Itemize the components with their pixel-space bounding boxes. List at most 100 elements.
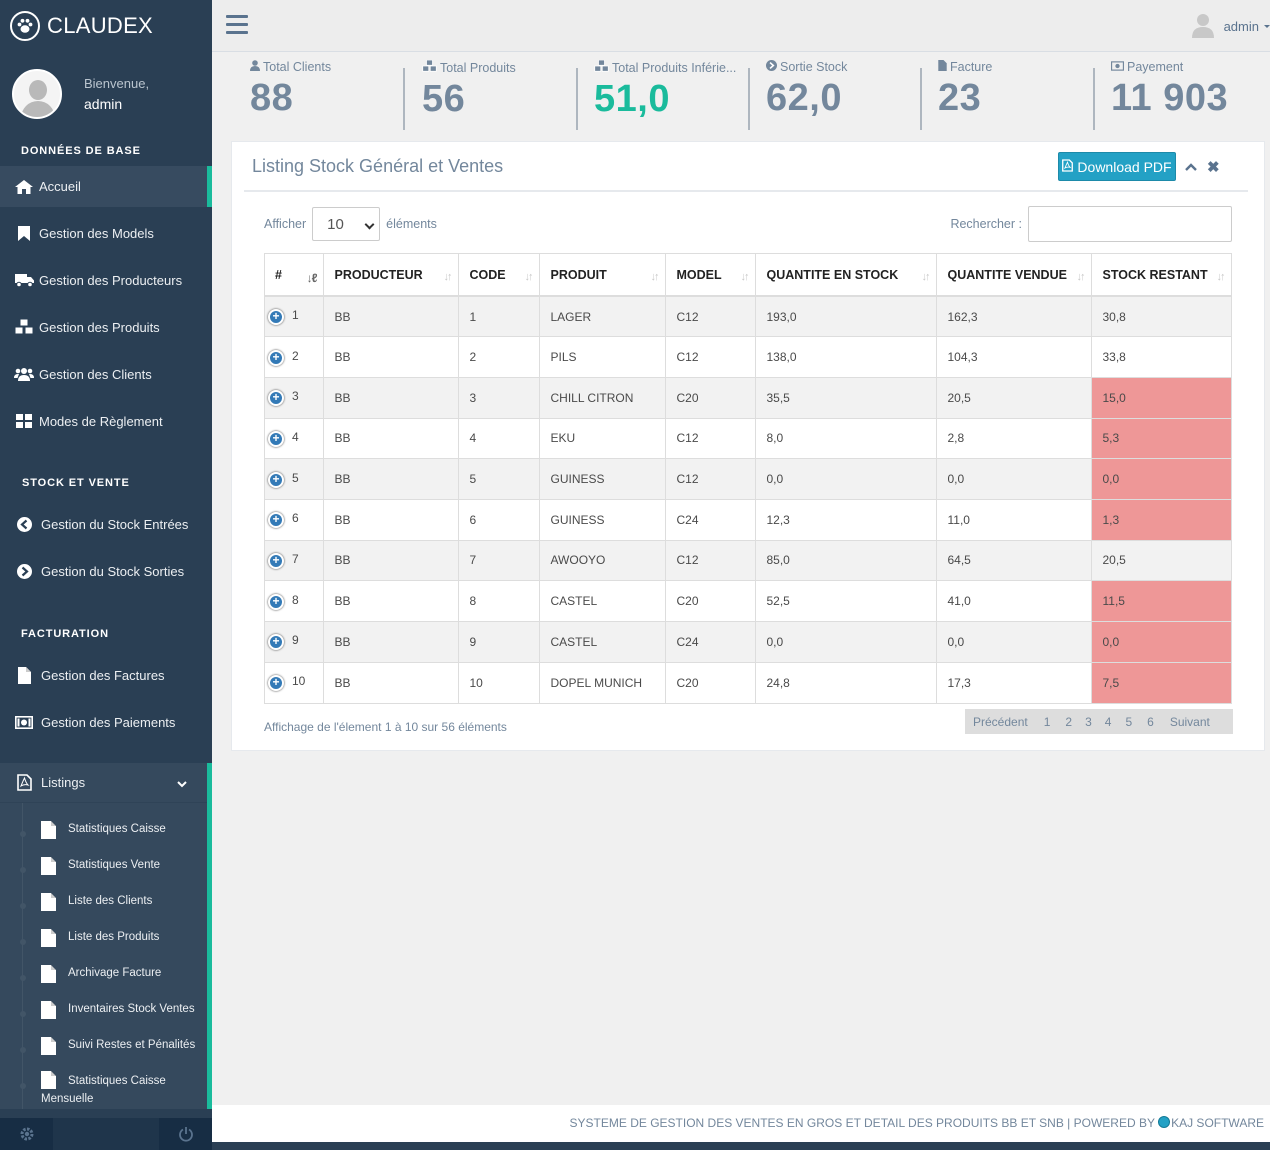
submenu-item-statistiques-caisse-mensuelle[interactable]: Statistiques Caisse Mensuelle	[0, 1069, 207, 1109]
expand-plus-icon[interactable]: +	[268, 512, 284, 529]
pagination-page-1[interactable]: 1	[1036, 715, 1059, 729]
tile-value: 11 903	[1111, 77, 1229, 119]
sidebar-item-accueil[interactable]: Accueil	[0, 166, 212, 207]
cell-stock: 0,0	[755, 621, 937, 663]
sidebar-item-listings[interactable]: Listings	[0, 763, 207, 803]
bookmark-icon	[13, 225, 35, 241]
collapse-chevron-up-icon[interactable]	[1185, 159, 1197, 174]
submenu-item-liste-produits[interactable]: Liste des Produits	[0, 925, 207, 961]
submenu-item-suivi-restes[interactable]: Suivi Restes et Pénalités	[0, 1033, 207, 1069]
column-header-model[interactable]: MODEL ↓↑	[665, 254, 756, 297]
globe-icon	[1158, 1116, 1171, 1128]
expand-plus-icon[interactable]: +	[268, 593, 284, 610]
download-pdf-button[interactable]: Download PDF	[1058, 152, 1176, 181]
expand-plus-icon[interactable]: +	[268, 634, 284, 651]
sidebar-item-reglement[interactable]: Modes de Règlement	[0, 401, 212, 441]
close-icon[interactable]: ✖	[1207, 158, 1220, 176]
submenu-item-inventaires[interactable]: Inventaires Stock Ventes	[0, 997, 207, 1033]
expand-plus-icon[interactable]: +	[268, 390, 284, 407]
column-header-quantite-stock[interactable]: QUANTITE EN STOCK ↓↑	[755, 254, 937, 297]
stock-panel: Listing Stock Général et Ventes Download…	[231, 141, 1265, 751]
column-header-label: #	[275, 267, 282, 282]
column-header-code[interactable]: CODE ↓↑	[458, 254, 540, 297]
column-header-producteur[interactable]: PRODUCTEUR ↓↑	[323, 254, 459, 297]
sidebar-item-produits[interactable]: Gestion des Produits	[0, 307, 212, 347]
column-header-num[interactable]: # ↓ℓ	[265, 254, 324, 297]
submenu-item-label: Statistiques Caisse Mensuelle	[41, 1075, 166, 1105]
pagination-page-6[interactable]: 6	[1139, 715, 1162, 729]
column-header-produit[interactable]: PRODUIT ↓↑	[539, 254, 666, 297]
sidebar-item-clients[interactable]: Gestion des Clients	[0, 354, 212, 394]
pagination-previous[interactable]: Précédent	[965, 715, 1036, 729]
bullet-icon	[20, 975, 26, 981]
submenu-item-archivage-facture[interactable]: Archivage Facture	[0, 961, 207, 997]
pagination-next[interactable]: Suivant	[1162, 715, 1218, 729]
sidebar-item-paiements[interactable]: Gestion des Paiements	[0, 702, 212, 742]
column-header-stock-restant[interactable]: STOCK RESTANT ↓↑	[1091, 254, 1232, 297]
bullet-icon	[20, 1047, 26, 1053]
expand-plus-icon[interactable]: +	[268, 430, 284, 447]
cell-producteur: BB	[323, 661, 459, 703]
tile-label: Payement	[1127, 60, 1184, 74]
length-select[interactable]: 10	[312, 207, 381, 241]
tile-label: Facture	[950, 60, 993, 74]
submenu-item-label: Liste des Clients	[68, 895, 153, 907]
submenu-item-liste-clients[interactable]: Liste des Clients	[0, 889, 207, 925]
cell-num: +3	[265, 376, 324, 419]
arrow-circle-left-icon	[13, 516, 35, 532]
cell-code: 4	[458, 417, 540, 459]
users-icon	[13, 367, 35, 381]
cell-vendue: 162,3	[936, 295, 1092, 337]
brand[interactable]: CLAUDEX	[0, 0, 212, 52]
user-icon	[250, 60, 260, 74]
sort-icon: ↓↑	[524, 271, 534, 283]
expand-plus-icon[interactable]: +	[268, 309, 284, 326]
tile-produits-inferieurs: Total Produits Inférie... 51,0	[594, 59, 736, 132]
cell-code: 3	[458, 376, 540, 419]
user-menu[interactable]: admin	[1191, 12, 1270, 41]
cubes-icon	[594, 59, 609, 75]
cell-restant: 33,8	[1091, 336, 1232, 378]
expand-plus-icon[interactable]: +	[268, 675, 284, 692]
menu-toggle-icon[interactable]	[226, 15, 248, 34]
sidebar-item-stock-sorties[interactable]: Gestion du Stock Sorties	[0, 551, 212, 591]
submenu-item-statistiques-vente[interactable]: Statistiques Vente	[0, 853, 207, 889]
cell-value: 1	[292, 308, 299, 323]
column-header-label: PRODUIT	[550, 267, 607, 282]
file-icon	[41, 857, 56, 875]
stats-tiles: Total Clients 88 Total Produits 56 Total…	[232, 59, 1264, 132]
cell-vendue: 11,0	[936, 498, 1092, 541]
cell-code: 8	[458, 580, 540, 622]
column-header-quantite-vendue[interactable]: QUANTITE VENDUE ↓↑	[936, 254, 1092, 297]
bullet-icon	[20, 831, 26, 837]
sidebar-item-stock-entrees[interactable]: Gestion du Stock Entrées	[0, 504, 212, 544]
cell-stock: 85,0	[755, 539, 937, 581]
pagination-page-5[interactable]: 5	[1118, 715, 1139, 729]
expand-plus-icon[interactable]: +	[268, 471, 284, 488]
submenu-item-statistiques-caisse[interactable]: Statistiques Caisse	[0, 817, 207, 853]
expand-plus-icon[interactable]: +	[268, 552, 284, 569]
cell-value: 7	[292, 551, 299, 566]
submenu-item-label: Archivage Facture	[68, 967, 162, 979]
column-header-label: STOCK RESTANT	[1102, 267, 1208, 282]
expand-plus-icon[interactable]: +	[268, 349, 284, 366]
sidebar-item-models[interactable]: Gestion des Models	[0, 213, 212, 253]
settings-icon[interactable]	[0, 1126, 53, 1142]
cell-value: 10	[292, 674, 306, 689]
cell-num: +10	[265, 661, 324, 703]
cell-vendue: 64,5	[936, 539, 1092, 581]
cell-restant: 5,3	[1091, 417, 1232, 459]
sidebar-item-producteurs[interactable]: Gestion des Producteurs	[0, 260, 212, 300]
cell-num: +2	[265, 336, 324, 378]
pagination: Précédent 1 2 3 4 5 6 Suivant	[965, 709, 1233, 734]
sidebar-item-factures[interactable]: Gestion des Factures	[0, 655, 212, 695]
sidebar-footer-spacer	[53, 1118, 159, 1150]
cell-num: +7	[265, 539, 324, 581]
cell-vendue: 0,0	[936, 458, 1092, 500]
search-input[interactable]	[1028, 206, 1232, 242]
cell-model: C24	[665, 621, 756, 663]
power-icon[interactable]	[159, 1126, 212, 1142]
pagination-page-4[interactable]: 4	[1098, 715, 1119, 729]
pagination-page-2[interactable]: 2	[1058, 715, 1079, 729]
pagination-page-3[interactable]: 3	[1079, 715, 1098, 729]
